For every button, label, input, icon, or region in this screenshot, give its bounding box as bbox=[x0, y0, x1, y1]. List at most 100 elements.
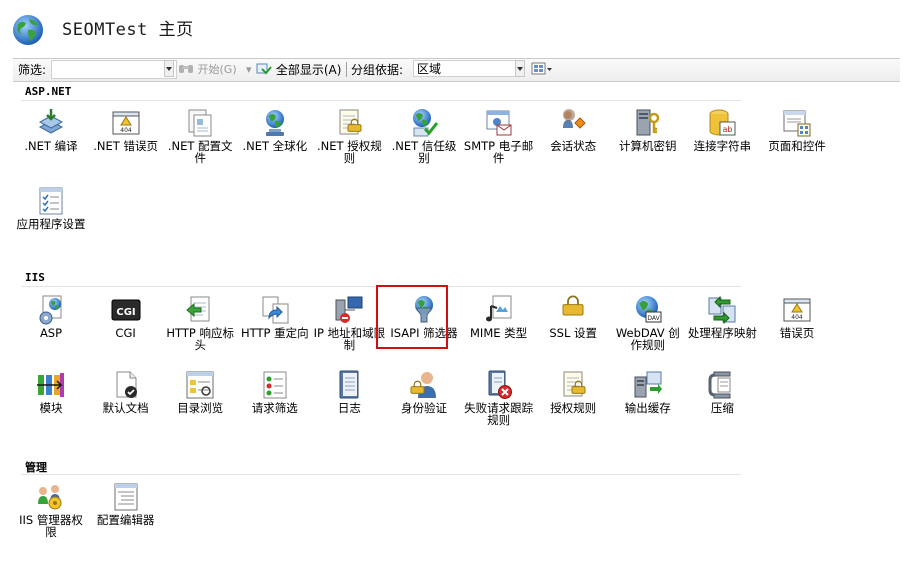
group-by-label: 分组依据: bbox=[351, 63, 404, 77]
feature-item-label: HTTP 响应标头 bbox=[166, 326, 234, 352]
feature-item[interactable]: .NET 配置文件 bbox=[163, 107, 237, 179]
globe-icon bbox=[13, 15, 43, 45]
feature-item[interactable]: MIME 类型 bbox=[462, 294, 536, 366]
error-page-icon: 404 bbox=[112, 111, 140, 135]
feature-item[interactable]: 日志 bbox=[312, 369, 386, 441]
filter-dropdown-button[interactable] bbox=[164, 60, 174, 77]
handler-mappings-icon bbox=[708, 295, 736, 325]
feature-item[interactable]: 处理程序映射 bbox=[685, 294, 759, 366]
feature-item[interactable]: 输出缓存 bbox=[611, 369, 685, 441]
filter-label: 筛选: bbox=[18, 63, 47, 77]
selection-highlight bbox=[376, 285, 448, 349]
feature-item-label: 目录浏览 bbox=[177, 401, 224, 415]
feature-item-label: 输出缓存 bbox=[624, 401, 671, 415]
connection-string-icon: ab bbox=[709, 109, 736, 136]
view-mode-button[interactable] bbox=[531, 61, 553, 77]
feature-item[interactable]: 404 错误页 bbox=[760, 294, 834, 366]
feature-item-label: IIS 管理器权限 bbox=[19, 513, 83, 539]
feature-item[interactable]: SSL 设置 bbox=[536, 294, 610, 366]
feature-item-label: 请求筛选 bbox=[251, 401, 298, 415]
modules-icon bbox=[37, 373, 64, 397]
feature-item[interactable]: 身份验证 bbox=[387, 369, 461, 441]
feature-item-label: 会话状态 bbox=[550, 139, 597, 153]
feature-item[interactable]: 失败请求跟踪规则 bbox=[462, 369, 536, 441]
feature-item-label: 模块 bbox=[39, 401, 63, 415]
webdav-icon: DAV bbox=[635, 296, 662, 323]
show-all-button[interactable]: 全部显示(A) bbox=[256, 62, 341, 78]
feature-item-label: 身份验证 bbox=[401, 401, 447, 415]
feature-item[interactable]: SMTP 电子邮件 bbox=[462, 107, 536, 179]
feature-item[interactable]: .NET 信任级别 bbox=[387, 107, 461, 179]
section-divider bbox=[21, 100, 741, 101]
binoculars-icon bbox=[179, 65, 193, 73]
group-by-select[interactable]: 区域 bbox=[413, 60, 525, 77]
feature-item[interactable]: 计算机密钥 bbox=[611, 107, 685, 179]
feature-item-label: .NET 全球化 bbox=[242, 139, 308, 153]
pages-controls-icon bbox=[783, 110, 811, 137]
feature-item[interactable]: .NET 授权规则 bbox=[312, 107, 386, 179]
view-grid-icon bbox=[531, 62, 552, 75]
error-page-icon: 404 bbox=[783, 298, 811, 322]
feature-item-label: 处理程序映射 bbox=[687, 326, 757, 340]
feature-item[interactable]: 压缩 bbox=[685, 369, 759, 441]
feature-item[interactable]: CGI CGI bbox=[89, 294, 163, 366]
page-header: SEOMTest 主页 bbox=[0, 0, 903, 56]
feature-item[interactable]: 模块 bbox=[14, 369, 88, 441]
filter-input[interactable] bbox=[51, 60, 177, 79]
feature-item-label: .NET 信任级别 bbox=[391, 139, 457, 165]
feature-item-label: ASP bbox=[39, 326, 63, 340]
feature-item[interactable]: .NET 编译 bbox=[14, 107, 88, 179]
feature-item[interactable]: 会话状态 bbox=[536, 107, 610, 179]
ip-restrictions-icon bbox=[335, 296, 363, 323]
authentication-icon bbox=[410, 372, 436, 398]
feature-item-label: WebDAV 创作规则 bbox=[615, 326, 680, 352]
feature-item-label: .NET 错误页 bbox=[93, 139, 158, 153]
feature-item-label: 授权规则 bbox=[550, 401, 597, 415]
start-dropdown-arrow[interactable]: ▾ bbox=[246, 62, 252, 78]
feature-item-label: .NET 编译 bbox=[24, 139, 78, 153]
feature-item[interactable]: 请求筛选 bbox=[238, 369, 312, 441]
feature-item[interactable]: DAV WebDAV 创作规则 bbox=[611, 294, 685, 366]
feature-item-label: HTTP 重定向 bbox=[241, 326, 309, 340]
feature-item-label: .NET 授权规则 bbox=[317, 139, 382, 165]
start-button[interactable]: 开始(G) bbox=[178, 62, 237, 78]
feature-item[interactable]: 应用程序设置 bbox=[14, 185, 88, 257]
feature-item-label: 页面和控件 bbox=[768, 139, 826, 153]
mime-types-icon bbox=[485, 295, 512, 322]
authorization-icon bbox=[563, 371, 586, 397]
toolbar-separator bbox=[346, 62, 347, 77]
feature-item[interactable]: HTTP 响应标头 bbox=[163, 294, 237, 366]
profile-icon bbox=[188, 109, 212, 137]
section-divider bbox=[21, 474, 741, 475]
feature-item-label: CGI bbox=[115, 326, 136, 340]
feature-item[interactable]: 配置编辑器 bbox=[89, 481, 163, 553]
request-filtering-icon bbox=[263, 371, 287, 399]
ssl-lock-icon bbox=[562, 295, 584, 316]
config-editor-icon bbox=[114, 483, 138, 511]
feature-item-label: 默认文档 bbox=[102, 401, 149, 415]
feature-item[interactable]: 目录浏览 bbox=[163, 369, 237, 441]
redirect-icon bbox=[262, 296, 289, 324]
feature-item[interactable]: 404 .NET 错误页 bbox=[89, 107, 163, 179]
svg-text:CGI: CGI bbox=[116, 307, 135, 318]
feature-item[interactable]: .NET 全球化 bbox=[238, 107, 312, 179]
feature-item-label: 压缩 bbox=[710, 401, 734, 415]
feature-item-label: 错误页 bbox=[779, 326, 815, 340]
feature-item[interactable]: ASP bbox=[14, 294, 88, 366]
group-by-dropdown-button[interactable] bbox=[515, 60, 525, 77]
show-all-label: 全部显示(A) bbox=[275, 63, 342, 77]
feature-item[interactable]: 授权规则 bbox=[536, 369, 610, 441]
trust-level-icon bbox=[413, 109, 439, 137]
feature-item[interactable]: IIS 管理器权限 bbox=[14, 481, 88, 553]
feature-item-label: SMTP 电子邮件 bbox=[463, 139, 534, 165]
feature-item[interactable]: 页面和控件 bbox=[760, 107, 834, 179]
machine-key-icon bbox=[636, 109, 660, 136]
feature-item[interactable]: ab 连接字符串 bbox=[685, 107, 759, 179]
section-title: IIS bbox=[25, 271, 45, 284]
feature-item[interactable]: HTTP 重定向 bbox=[238, 294, 312, 366]
features-view: ASP.NET .NET 编译 404 .NET 错误页 .NET 配置文件 .NET 全… bbox=[13, 81, 900, 588]
feature-item-label: .NET 配置文件 bbox=[167, 139, 233, 165]
failed-request-icon bbox=[488, 370, 512, 399]
feature-item[interactable]: 默认文档 bbox=[89, 369, 163, 441]
directory-browsing-icon bbox=[186, 371, 214, 399]
